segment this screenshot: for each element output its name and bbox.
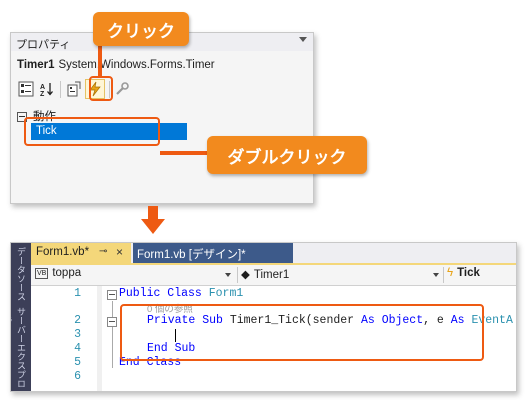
side-label-data-source[interactable]: データソース bbox=[14, 247, 28, 301]
tab-form1-vb-label: Form1.vb* bbox=[36, 246, 90, 258]
navigation-bar: VB toppa ◆ Timer1 ϟ Tick bbox=[31, 265, 516, 286]
tab-form1-vb[interactable]: Form1.vb* ⊸ × bbox=[31, 243, 131, 263]
generated-handler-frame bbox=[120, 304, 484, 361]
chevron-down-icon bbox=[225, 273, 231, 277]
line-number: 1 bbox=[74, 287, 81, 300]
event-name-nav: Tick bbox=[457, 267, 480, 279]
properties-icon[interactable] bbox=[64, 79, 84, 99]
project-dropdown[interactable]: VB toppa bbox=[35, 267, 233, 283]
object-name-nav: Timer1 bbox=[253, 269, 290, 281]
project-name: toppa bbox=[52, 267, 82, 279]
line-number-gutter: 1 2 3 4 5 6 bbox=[31, 286, 97, 391]
line-number: 5 bbox=[74, 356, 81, 369]
nav-divider bbox=[443, 267, 444, 283]
line-number: 3 bbox=[74, 328, 81, 341]
svg-text:A: A bbox=[40, 84, 45, 91]
chevron-down-icon bbox=[433, 273, 439, 277]
line-number: 6 bbox=[74, 370, 81, 383]
event-dropdown[interactable]: ϟ Tick bbox=[447, 267, 516, 283]
collapse-icon[interactable] bbox=[107, 317, 117, 327]
object-selector[interactable]: Timer1 System.Windows.Forms.Timer bbox=[17, 59, 215, 71]
double-click-callout-pointer bbox=[160, 151, 208, 155]
object-dropdown[interactable]: ◆ Timer1 bbox=[241, 267, 441, 283]
pin-icon[interactable]: ⊸ bbox=[99, 246, 107, 257]
double-click-callout-label: ダブルクリック bbox=[227, 147, 347, 167]
svg-text:Z: Z bbox=[40, 91, 45, 97]
document-tab-bar: Form1.vb* ⊸ × Form1.vb [デザイン]* bbox=[31, 243, 516, 263]
nav-divider bbox=[237, 267, 238, 283]
fold-guide bbox=[112, 301, 113, 368]
alphabetical-icon[interactable]: AZ bbox=[37, 79, 57, 99]
object-name: Timer1 bbox=[17, 59, 55, 71]
categorized-icon[interactable] bbox=[16, 79, 36, 99]
collapse-icon[interactable] bbox=[107, 290, 117, 300]
tab-form1-design-label: Form1.vb [デザイン]* bbox=[137, 249, 246, 261]
close-icon[interactable]: × bbox=[116, 245, 123, 259]
properties-title: プロパティ bbox=[16, 39, 71, 51]
change-margin bbox=[97, 286, 102, 391]
click-callout: クリック bbox=[93, 12, 189, 46]
line-number: 2 bbox=[74, 314, 81, 327]
property-pages-icon[interactable] bbox=[112, 79, 132, 99]
dropdown-arrow-icon[interactable] bbox=[299, 37, 307, 42]
event-lightning-icon: ϟ bbox=[447, 267, 454, 279]
side-label-server-explorer[interactable]: サーバーエクスプローラー bbox=[11, 307, 28, 391]
tick-highlight-frame bbox=[24, 117, 160, 146]
object-member-icon: ◆ bbox=[241, 269, 250, 281]
click-callout-pointer bbox=[98, 46, 102, 78]
click-callout-label: クリック bbox=[107, 21, 175, 41]
object-type: System.Windows.Forms.Timer bbox=[58, 59, 215, 71]
double-click-callout: ダブルクリック bbox=[207, 136, 367, 174]
side-tool-strip: データソース サーバーエクスプローラー bbox=[11, 243, 31, 391]
tick-event-value[interactable] bbox=[175, 123, 187, 140]
code-line-1[interactable]: Public Class Form1 bbox=[119, 287, 243, 300]
line-number: 4 bbox=[74, 342, 81, 355]
events-highlight-frame bbox=[89, 76, 113, 101]
toolbar-separator bbox=[60, 81, 61, 98]
vb-project-icon: VB bbox=[35, 268, 49, 279]
down-arrow-icon bbox=[140, 206, 166, 241]
tab-form1-design[interactable]: Form1.vb [デザイン]* bbox=[133, 243, 293, 263]
